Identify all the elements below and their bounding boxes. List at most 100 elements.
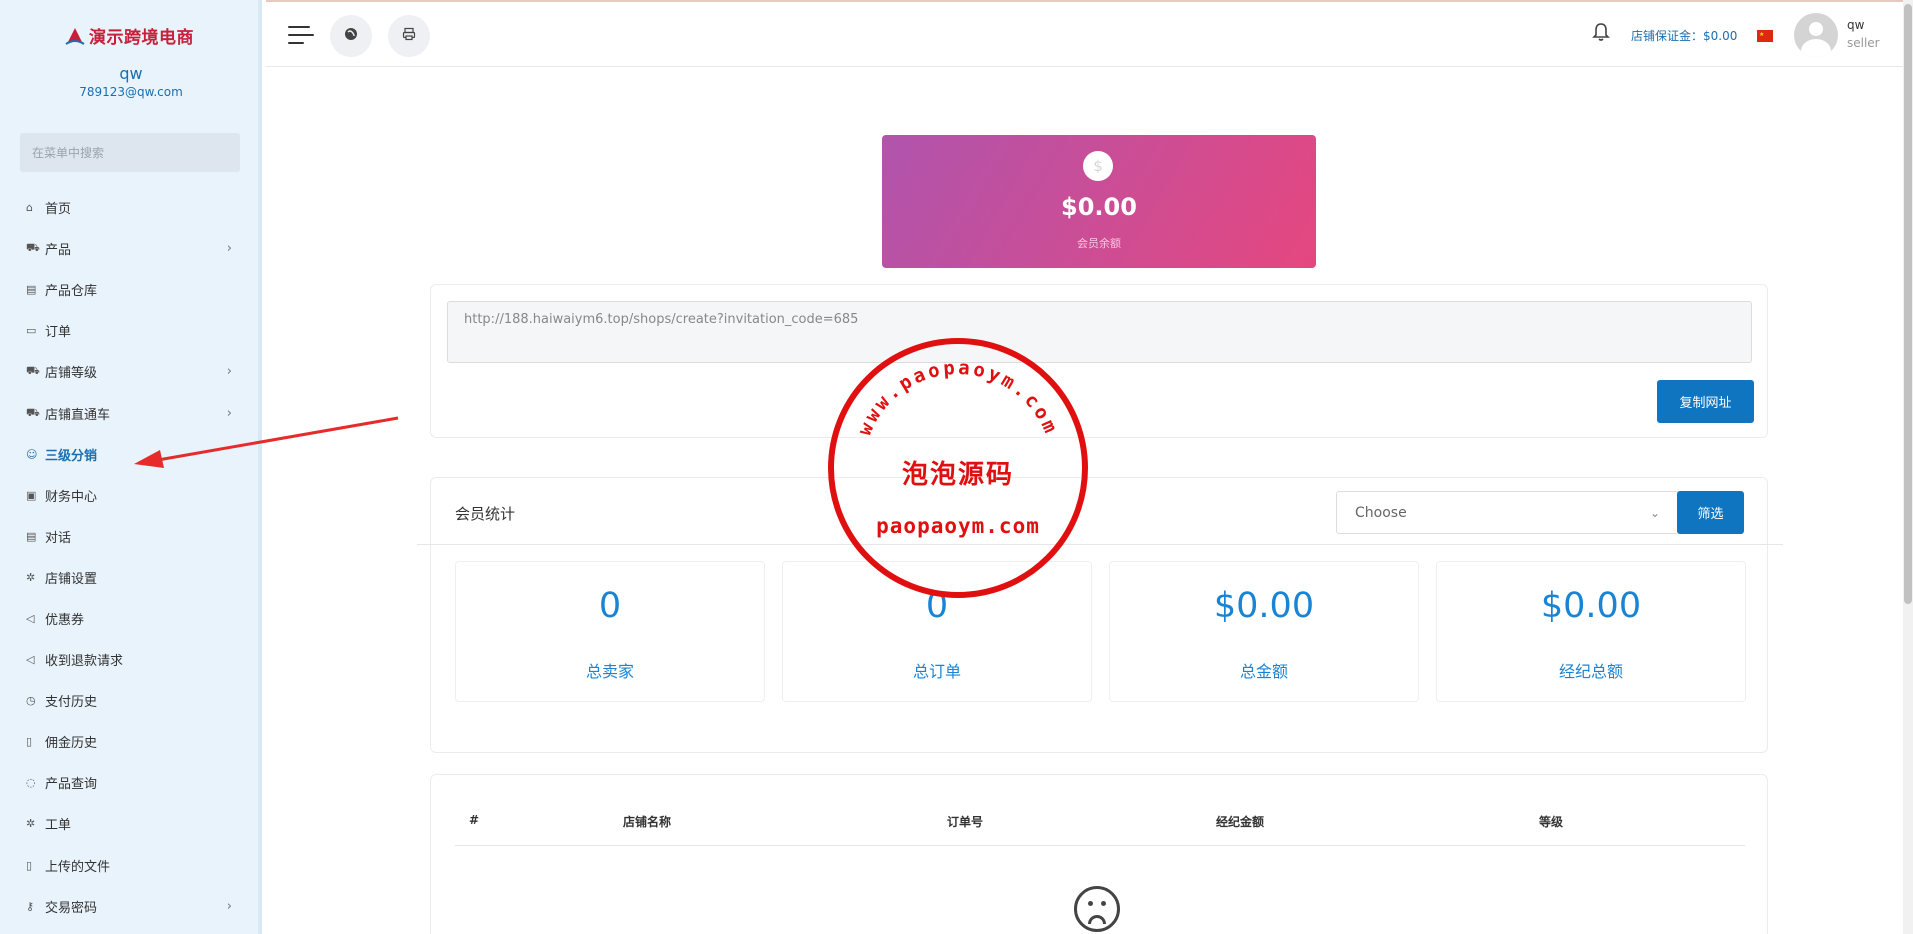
invitation-card: http://188.haiwaiym6.top/shops/create?in…	[430, 284, 1768, 438]
column-header-order-number: 订单号	[947, 815, 984, 829]
sidebar-item-9[interactable]: ▤ 对话	[0, 516, 258, 557]
sidebar-item-label: 对话	[45, 530, 72, 546]
filter-select-value: Choose	[1355, 504, 1407, 521]
column-header-level: 等级	[1539, 815, 1564, 829]
dollar-coin-icon: $	[1083, 151, 1113, 181]
sidebar-item-label: 支付历史	[45, 695, 98, 711]
watermark-bottom-text: paopaoym.com	[876, 514, 1040, 538]
filter-button[interactable]: 筛选	[1677, 491, 1744, 534]
history-icon: ◷	[26, 694, 36, 708]
sidebar-item-label: 产品查询	[45, 777, 98, 793]
sidebar-item-11[interactable]: ◁ 优惠券	[0, 598, 258, 639]
stat-value: $0.00	[1213, 586, 1315, 626]
referral-table-card: # 店铺名称 订单号 经纪金额 等级	[430, 774, 1768, 934]
sidebar-user-name: qw	[119, 64, 143, 83]
empty-sad-face-icon	[1074, 886, 1120, 932]
annotation-arrow	[134, 416, 399, 468]
chevron-down-icon: ⌄	[1649, 505, 1660, 520]
sidebar-item-label: 店铺直通车	[45, 407, 111, 423]
print-button[interactable]	[388, 15, 430, 57]
menu-search-input[interactable]	[20, 133, 240, 172]
sidebar-item-1[interactable]: ⌂ 首页	[0, 187, 258, 228]
document-icon: ▯	[26, 735, 33, 749]
sidebar-item-label: 工单	[45, 818, 72, 834]
menu-toggle-icon[interactable]	[288, 26, 314, 46]
globe-icon	[344, 27, 358, 45]
sidebar-item-18[interactable]: ⚷ 交易密码 ›	[0, 886, 258, 927]
sidebar-item-4[interactable]: ▭ 订单	[0, 310, 258, 351]
sidebar-menu: ⌂ 首页 ⛟ 产品 › ▤ 产品仓库 ▭ 订单 ⛟ 店铺等级 › ⛟ 店铺直通车 › ☺ 三级分销 ▣ 财务中心 ▤ 对…	[0, 187, 258, 927]
gear-icon: ✲	[26, 817, 36, 831]
sidebar-item-label: 收到退款请求	[45, 654, 124, 670]
avatar[interactable]	[1794, 13, 1838, 57]
sidebar-user-email: 789123@qw.com	[79, 85, 183, 99]
cart-icon: ⛟	[26, 405, 40, 419]
notification-bell-icon[interactable]	[1592, 22, 1610, 47]
china-flag-icon[interactable]: ★	[1757, 30, 1773, 42]
member-stats-title: 会员统计	[455, 505, 516, 523]
sidebar-item-label: 上传的文件	[45, 859, 111, 875]
header-user-name[interactable]: qw	[1847, 18, 1864, 32]
invitation-url-field[interactable]: http://188.haiwaiym6.top/shops/create?in…	[447, 301, 1752, 363]
stat-label: 总金额	[1239, 662, 1288, 681]
member-balance-card: $ $0.00 会员余额	[882, 135, 1316, 268]
megaphone-icon: ◁	[26, 611, 35, 625]
copy-url-button[interactable]: 复制网址	[1657, 380, 1754, 423]
column-header-shop-name: 店铺名称	[623, 815, 672, 829]
page-scrollbar[interactable]	[1903, 0, 1913, 934]
chevron-right-icon: ›	[226, 898, 232, 914]
sidebar-item-15[interactable]: ◌ 产品查询	[0, 762, 258, 803]
warehouse-icon: ▤	[26, 283, 37, 297]
scrollbar-thumb[interactable]	[1904, 4, 1912, 604]
logo[interactable]: 演示跨境电商	[64, 18, 194, 52]
money-icon: ▣	[26, 488, 37, 502]
watermark-stamp: www.paopaoym.com 泡泡源码 paopaoym.com	[828, 338, 1088, 598]
help-icon: ◌	[26, 776, 36, 790]
sidebar-item-label: 产品仓库	[45, 284, 98, 300]
sidebar-item-2[interactable]: ⛟ 产品 ›	[0, 228, 258, 269]
cart-icon: ⛟	[26, 364, 40, 378]
column-header-index: #	[469, 813, 480, 827]
sidebar-item-14[interactable]: ▯ 佣金历史	[0, 721, 258, 762]
sidebar-item-5[interactable]: ⛟ 店铺等级 ›	[0, 351, 258, 392]
sidebar-item-17[interactable]: ▯ 上传的文件	[0, 845, 258, 886]
watermark-center-text: 泡泡源码	[901, 460, 1014, 490]
sidebar-item-label: 优惠券	[45, 612, 85, 628]
member-stats-card: 会员统计 Choose ⌄ 筛选 0 总卖家 0 总订单 $0.00 总金额 $…	[417, 477, 1783, 753]
sidebar-item-label: 店铺等级	[45, 366, 98, 382]
watermark-arc-text: www.paopaoym.com	[854, 357, 1060, 439]
stat-label: 经纪总额	[1558, 662, 1623, 681]
member-balance-amount: $0.00	[1061, 193, 1137, 221]
stat-label: 总卖家	[585, 662, 634, 681]
printer-icon	[402, 27, 416, 45]
sidebar-item-13[interactable]: ◷ 支付历史	[0, 680, 258, 721]
svg-text:www.paopaoym.com: www.paopaoym.com	[854, 357, 1063, 439]
divider	[417, 544, 1783, 545]
divider	[455, 845, 1745, 846]
sidebar-item-label: 佣金历史	[45, 736, 98, 752]
sidebar-item-8[interactable]: ▣ 财务中心	[0, 475, 258, 516]
stat-value: 0	[598, 586, 622, 626]
stat-total-brokerage: $0.00 经纪总额	[1436, 561, 1746, 702]
chevron-right-icon: ›	[226, 241, 232, 257]
sidebar-item-label: 三级分销	[45, 448, 98, 464]
refund-icon: ◁	[26, 653, 35, 667]
order-icon: ▭	[26, 324, 37, 338]
home-icon: ⌂	[26, 201, 33, 215]
member-balance-label: 会员余额	[1077, 237, 1121, 250]
sidebar-item-3[interactable]: ▤ 产品仓库	[0, 269, 258, 310]
sidebar-item-16[interactable]: ✲ 工单	[0, 803, 258, 844]
logo-text: 演示跨境电商	[89, 27, 194, 48]
sidebar-item-label: 店铺设置	[45, 571, 98, 587]
chat-icon: ▤	[26, 529, 37, 543]
sidebar-item-label: 财务中心	[45, 489, 98, 505]
sidebar-item-12[interactable]: ◁ 收到退款请求	[0, 639, 258, 680]
sidebar-item-10[interactable]: ✲ 店铺设置	[0, 557, 258, 598]
filter-select[interactable]: Choose ⌄	[1336, 491, 1679, 534]
file-icon: ▯	[26, 858, 33, 872]
key-icon: ⚷	[26, 899, 35, 913]
globe-button[interactable]	[330, 15, 372, 57]
user-icon: ☺	[26, 447, 38, 461]
stat-total-sellers: 0 总卖家	[455, 561, 765, 702]
header-user-role: seller	[1847, 36, 1880, 50]
